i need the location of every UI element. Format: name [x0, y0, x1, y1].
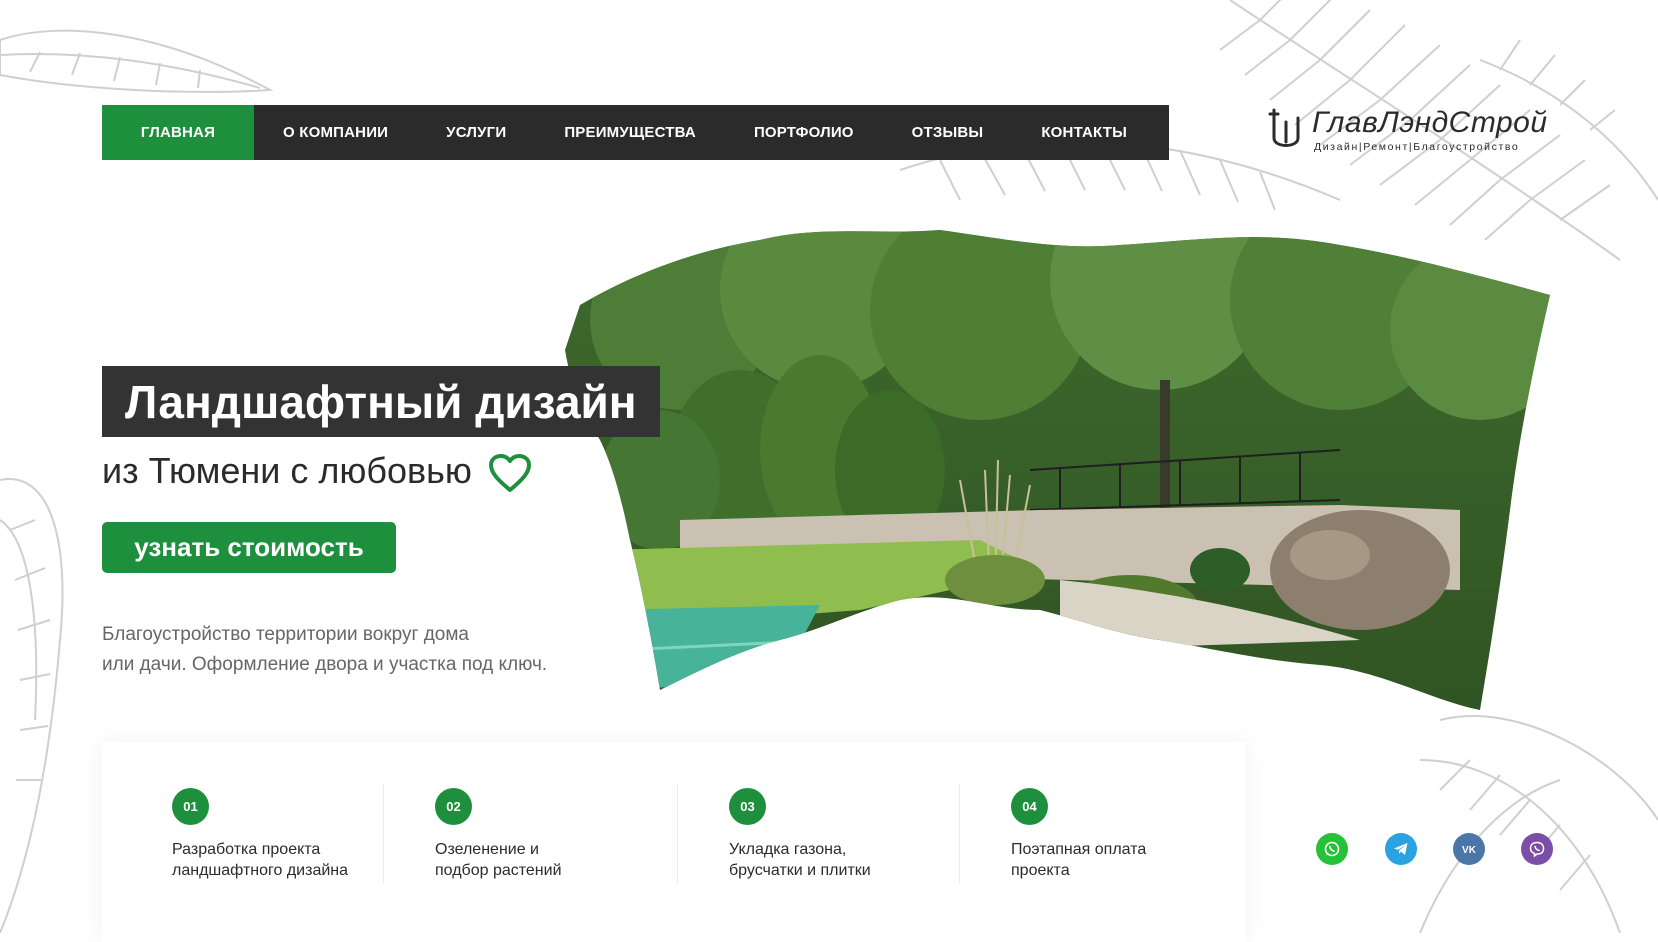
- feature-text-line: ландшафтного дизайна: [172, 862, 349, 879]
- feature-text-line: Озеленение и: [435, 841, 539, 858]
- logo-tagline: Дизайн|Ремонт|Благоустройство: [1314, 141, 1520, 153]
- hero-subtitle: из Тюмени с любовью: [102, 450, 472, 491]
- viber-icon: [1529, 841, 1545, 858]
- feature-number-badge: 02: [435, 788, 472, 825]
- vk-icon: VK: [1462, 845, 1477, 856]
- feature-item: 03 Укладка газона, брусчатки и плитки: [729, 788, 871, 881]
- hero-garden-image: [565, 230, 1550, 710]
- feature-number-badge: 01: [172, 788, 209, 825]
- logo[interactable]: ГлавЛэндСтрой Дизайн|Ремонт|Благоустройс…: [1268, 104, 1568, 156]
- nav-item-reviews[interactable]: ОТЗЫВЫ: [883, 105, 1013, 160]
- logo-mark-icon: [1268, 108, 1300, 147]
- feature-text-line: Разработка проекта: [172, 841, 321, 858]
- feature-number-badge: 04: [1011, 788, 1048, 825]
- feature-text: Разработка проекта ландшафтного дизайна: [172, 839, 348, 881]
- feature-text-line: Поэтапная оплата: [1011, 841, 1147, 858]
- hero-description: Благоустройство территории вокруг дома и…: [102, 620, 622, 680]
- main-nav: ГЛАВНАЯ О КОМПАНИИ УСЛУГИ ПРЕИМУЩЕСТВА П…: [102, 105, 1169, 160]
- hero-title: Ландшафтный дизайн: [125, 375, 637, 428]
- feature-item: 02 Озеленение и подбор растений: [435, 788, 562, 881]
- feature-text-line: проекта: [1011, 862, 1070, 879]
- feature-text: Поэтапная оплата проекта: [1011, 839, 1146, 881]
- telegram-button[interactable]: [1385, 833, 1417, 865]
- get-price-button[interactable]: узнать стоимость: [102, 522, 396, 573]
- feature-divider: [383, 784, 384, 884]
- logo-name: ГлавЛэндСтрой: [1312, 106, 1548, 139]
- viber-button[interactable]: [1521, 833, 1553, 865]
- feature-text-line: брусчатки и плитки: [729, 862, 871, 879]
- feature-text-line: подбор растений: [435, 862, 562, 879]
- nav-item-home[interactable]: ГЛАВНАЯ: [102, 105, 254, 160]
- nav-item-about[interactable]: О КОМПАНИИ: [254, 105, 417, 160]
- feature-item: 01 Разработка проекта ландшафтного дизай…: [172, 788, 348, 881]
- svg-text:VK: VK: [1462, 845, 1477, 856]
- nav-item-contacts[interactable]: КОНТАКТЫ: [1012, 105, 1156, 160]
- whatsapp-button[interactable]: [1316, 833, 1348, 865]
- feature-divider: [959, 784, 960, 884]
- feature-divider: [677, 784, 678, 884]
- hero-description-line: Благоустройство территории вокруг дома: [102, 624, 469, 645]
- feature-text: Озеленение и подбор растений: [435, 839, 562, 881]
- nav-item-advantages[interactable]: ПРЕИМУЩЕСТВА: [535, 105, 725, 160]
- hero-description-line: или дачи. Оформление двора и участка под…: [102, 654, 548, 675]
- vk-button[interactable]: VK: [1453, 833, 1485, 865]
- feature-number-badge: 03: [729, 788, 766, 825]
- features-card: 01 Разработка проекта ландшафтного дизай…: [102, 742, 1246, 942]
- nav-item-services[interactable]: УСЛУГИ: [417, 105, 535, 160]
- feature-text: Укладка газона, брусчатки и плитки: [729, 839, 871, 881]
- whatsapp-icon: [1324, 841, 1340, 857]
- feature-item: 04 Поэтапная оплата проекта: [1011, 788, 1146, 881]
- telegram-icon: [1394, 843, 1408, 855]
- hero-title-box: Ландшафтный дизайн: [102, 366, 660, 437]
- heart-icon: [489, 454, 531, 492]
- feature-text-line: Укладка газона,: [729, 841, 847, 858]
- nav-item-portfolio[interactable]: ПОРТФОЛИО: [725, 105, 883, 160]
